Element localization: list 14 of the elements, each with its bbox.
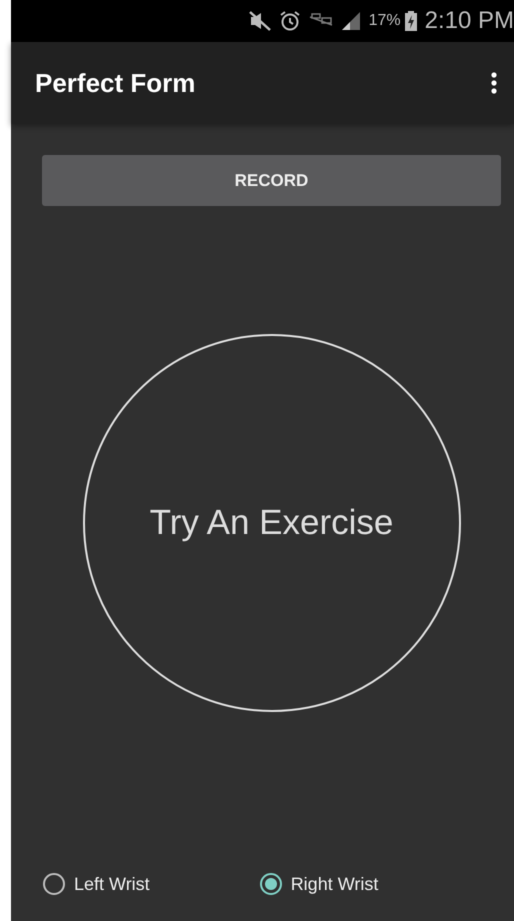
mute-icon xyxy=(248,11,271,31)
exercise-prompt: Try An Exercise xyxy=(150,503,394,543)
clock-time: 2:10 PM xyxy=(424,7,514,35)
app-title: Perfect Form xyxy=(35,68,196,98)
radio-button[interactable] xyxy=(260,873,282,895)
battery-percent: 17% xyxy=(368,12,401,30)
radio-label[interactable]: Left Wrist xyxy=(74,874,150,894)
radio-label[interactable]: Right Wrist xyxy=(290,874,378,894)
alarm-icon xyxy=(278,10,301,32)
signal-icon xyxy=(340,11,361,31)
radio-button[interactable] xyxy=(43,873,65,895)
more-menu-icon[interactable] xyxy=(491,72,497,94)
record-button[interactable]: RECORD xyxy=(42,155,501,206)
battery-charging-icon xyxy=(404,11,417,31)
